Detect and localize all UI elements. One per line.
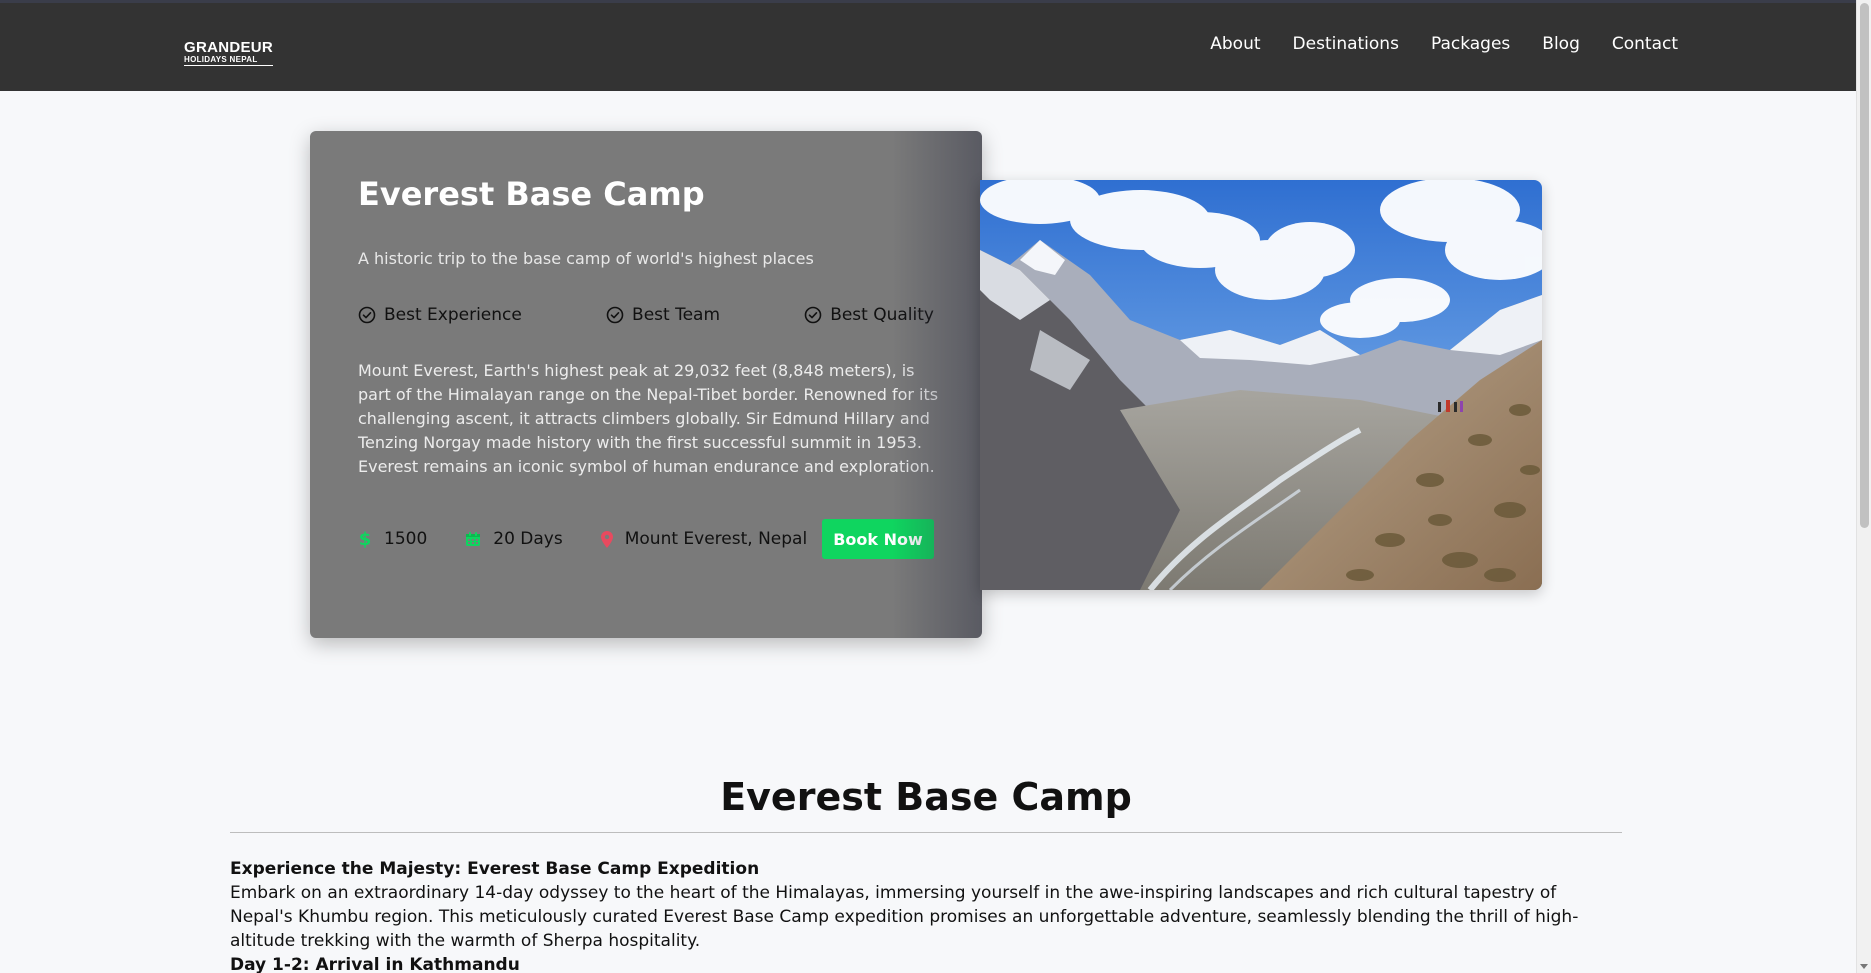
logo[interactable]: GRANDEUR HOLIDAYS NEPAL [181,36,274,70]
price-item: $ 1500 [358,528,428,550]
location-value: Mount Everest, Nepal [624,529,808,549]
nav-link-contact[interactable]: Contact [1612,34,1678,54]
section-title: Everest Base Camp [720,775,1132,819]
logo-subtitle: HOLIDAYS NEPAL [184,56,274,66]
calendar-icon [466,532,481,546]
nav-link-blog[interactable]: Blog [1542,34,1580,54]
trip-meta: $ 1500 20 Days Mount Everest, Nepal Book… [358,519,934,559]
feature-label: Best Team [632,305,721,325]
hero-title: Everest Base Camp [358,175,705,213]
hero-subtitle: A historic trip to the base camp of worl… [358,249,814,268]
dollar-icon: $ [358,528,372,550]
location-item: Mount Everest, Nepal [600,529,808,549]
map-pin-icon [600,530,613,548]
check-circle-icon [358,306,376,324]
scrollbar-thumb[interactable] [1860,3,1869,528]
section-divider [230,832,1622,833]
price-value: 1500 [384,529,428,549]
navbar: GRANDEUR HOLIDAYS NEPAL About Destinatio… [0,0,1856,91]
main-nav: About Destinations Packages Blog Contact [1210,34,1678,54]
mountain-landscape-image [980,180,1542,590]
content-heading: Experience the Majesty: Everest Base Cam… [230,859,760,879]
nav-link-about[interactable]: About [1210,34,1260,54]
hero-image [980,180,1542,590]
feature-label: Best Experience [384,305,522,325]
content-paragraph: Embark on an extraordinary 14-day odysse… [230,883,1579,951]
hero-description: Mount Everest, Earth's highest peak at 2… [358,361,939,476]
duration-value: 20 Days [493,529,563,549]
feature-item: Best Experience [358,305,522,325]
feature-item: Best Quality [804,305,934,325]
check-circle-icon [606,306,624,324]
scroll-down-arrow-icon[interactable] [1860,964,1868,969]
hero-card: Everest Base Camp A historic trip to the… [310,131,982,638]
nav-link-packages[interactable]: Packages [1431,34,1510,54]
duration-item: 20 Days [465,529,563,549]
feature-item: Best Team [606,305,720,325]
logo-title: GRANDEUR [184,39,274,56]
itinerary-content: Experience the Majesty: Everest Base Cam… [230,857,1622,973]
feature-label: Best Quality [830,305,934,325]
page-scrollbar[interactable] [1856,0,1871,973]
content-heading: Day 1-2: Arrival in Kathmandu [230,955,520,973]
check-circle-icon [804,306,822,324]
nav-link-destinations[interactable]: Destinations [1293,34,1399,54]
feature-list: Best Experience Best Team Best Quality [358,305,934,325]
book-now-button[interactable]: Book Now [822,519,934,559]
